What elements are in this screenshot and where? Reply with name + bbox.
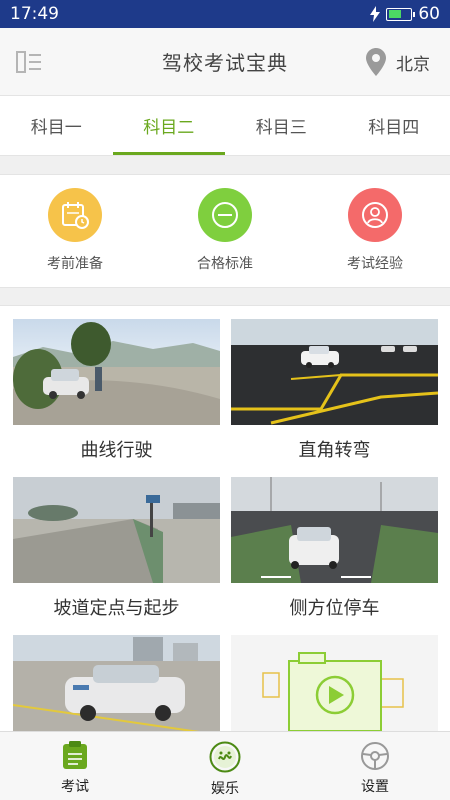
status-bar: 17:49 60 xyxy=(0,0,450,28)
card-ramp-start[interactable]: 坡道定点与起步 xyxy=(13,477,220,635)
nav-settings[interactable]: 设置 xyxy=(300,732,450,800)
nav-exam[interactable]: 考试 xyxy=(0,732,150,800)
card-video[interactable] xyxy=(231,635,438,731)
side-parking-photo xyxy=(231,477,438,583)
quick-exam-experience[interactable]: 考试经验 xyxy=(300,175,450,287)
exam-book-icon xyxy=(63,741,87,769)
card-caption: 侧方位停车 xyxy=(289,598,380,619)
calendar-clock-icon xyxy=(48,188,102,242)
person-icon xyxy=(348,188,402,242)
nav-label: 考试 xyxy=(61,779,89,795)
tab-subject-3[interactable]: 科目三 xyxy=(225,96,338,155)
page-title: 驾校考试宝典 xyxy=(162,51,288,75)
tab-subject-1[interactable]: 科目一 xyxy=(0,96,113,155)
bottom-nav: 考试 娱乐 设置 xyxy=(0,731,450,800)
quick-label: 合格标准 xyxy=(197,256,253,272)
charging-icon xyxy=(370,6,381,22)
menu-list-icon[interactable] xyxy=(16,50,42,74)
battery-icon xyxy=(386,7,416,21)
ramp-photo xyxy=(13,477,220,583)
nav-label: 设置 xyxy=(361,779,389,795)
subject-tabs: 科目一 科目二 科目三 科目四 xyxy=(0,96,450,156)
topic-grid: 曲线行驶 直角转弯 坡道定点与起步 侧方位停车 xyxy=(0,305,450,731)
battery-level xyxy=(388,10,402,18)
tab-subject-4[interactable]: 科目四 xyxy=(338,96,450,155)
location-selector[interactable]: 北京 xyxy=(366,48,430,76)
fun-smile-icon xyxy=(209,741,241,773)
car-on-curve-photo xyxy=(13,319,220,425)
quick-label: 考试经验 xyxy=(347,256,403,272)
card-caption: 坡道定点与起步 xyxy=(53,598,180,619)
quick-exam-prep[interactable]: 考前准备 xyxy=(0,175,150,287)
location-pin-icon xyxy=(366,48,386,76)
card-caption: 直角转弯 xyxy=(298,440,371,461)
card-caption: 曲线行驶 xyxy=(80,440,153,461)
quick-label: 考前准备 xyxy=(47,256,103,272)
steering-wheel-icon xyxy=(361,742,389,770)
quick-actions: 考前准备 合格标准 考试经验 xyxy=(0,174,450,288)
car-photo xyxy=(13,635,220,731)
tab-subject-2[interactable]: 科目二 xyxy=(112,96,226,155)
card-curve-driving[interactable]: 曲线行驶 xyxy=(13,319,220,477)
status-time: 17:49 xyxy=(10,4,59,24)
card-side-parking[interactable]: 侧方位停车 xyxy=(231,477,438,635)
battery-percent: 60 xyxy=(418,4,440,24)
car-right-angle-turn-photo xyxy=(231,319,438,425)
nav-entertainment[interactable]: 娱乐 xyxy=(150,732,300,800)
quick-pass-standard[interactable]: 合格标准 xyxy=(150,175,300,287)
app-header: 驾校考试宝典 北京 xyxy=(0,28,450,96)
card-right-angle-turn[interactable]: 直角转弯 xyxy=(231,319,438,477)
card-car-photo[interactable] xyxy=(13,635,220,731)
video-camera-illustration xyxy=(231,635,438,731)
location-label: 北京 xyxy=(396,54,430,75)
nav-label: 娱乐 xyxy=(211,781,239,797)
minus-circle-icon xyxy=(198,188,252,242)
